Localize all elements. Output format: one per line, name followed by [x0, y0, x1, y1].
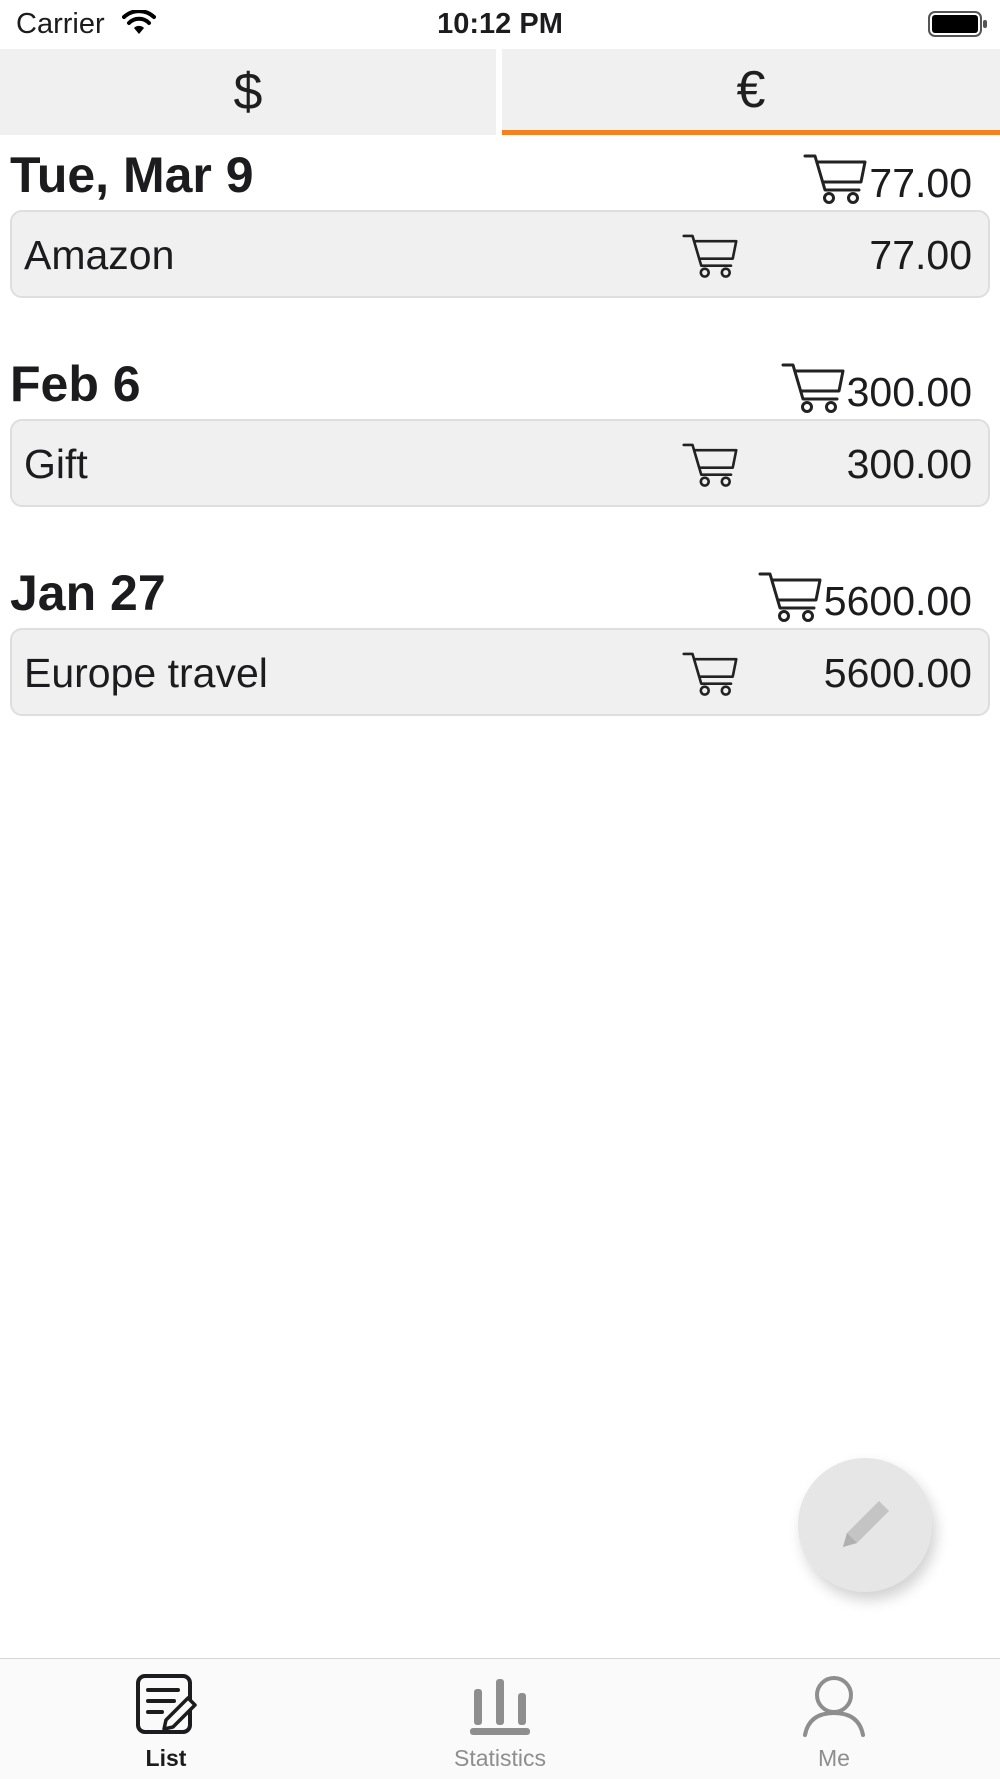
bar-chart-icon — [470, 1679, 530, 1735]
tab-dollar[interactable]: $ — [0, 49, 496, 135]
cart-icon — [682, 652, 738, 696]
group-total: 300.00 — [781, 361, 972, 415]
status-bar: Carrier 10:12 PM — [0, 0, 1000, 48]
expense-amount: 5600.00 — [823, 650, 972, 696]
expense-name: Europe travel — [24, 650, 268, 696]
expense-amount: 77.00 — [869, 232, 972, 278]
tab-dollar-label: $ — [233, 63, 263, 121]
group-total-amount: 77.00 — [869, 160, 972, 206]
tab-euro-label: € — [736, 60, 766, 119]
group-total: 77.00 — [803, 152, 972, 206]
status-time: 10:12 PM — [437, 8, 563, 40]
pencil-icon — [843, 1501, 889, 1547]
cart-icon — [781, 363, 845, 413]
currency-tabs: $ € — [0, 49, 1000, 135]
add-expense-button[interactable] — [798, 1458, 932, 1592]
group-date: Feb 6 — [10, 356, 141, 412]
tab-me[interactable]: Me — [734, 1673, 934, 1772]
expense-name: Gift — [24, 441, 88, 487]
battery-icon — [928, 11, 987, 37]
person-icon — [803, 1676, 865, 1737]
bottom-tab-bar: List Statistics Me — [0, 1658, 1000, 1779]
tab-euro[interactable]: € — [502, 49, 1000, 135]
group-total-amount: 300.00 — [846, 369, 972, 415]
group-date: Jan 27 — [10, 565, 166, 621]
cart-icon — [803, 154, 867, 204]
tab-list[interactable]: List — [66, 1673, 266, 1772]
expense-row[interactable]: Amazon 77.00 — [10, 210, 990, 298]
tab-me-label: Me — [818, 1745, 850, 1771]
expense-row[interactable]: Gift 300.00 — [10, 419, 990, 507]
tab-statistics-label: Statistics — [453, 1745, 547, 1771]
expense-name: Amazon — [24, 232, 175, 278]
group-date: Tue, Mar 9 — [10, 147, 254, 203]
cart-icon — [758, 572, 822, 622]
expense-amount: 300.00 — [846, 441, 972, 487]
expense-row[interactable]: Europe travel 5600.00 — [10, 628, 990, 716]
cart-icon — [682, 234, 738, 278]
group-total-amount: 5600.00 — [823, 578, 972, 624]
list-edit-icon — [136, 1674, 197, 1734]
group-total: 5600.00 — [758, 570, 972, 624]
tab-list-label: List — [145, 1745, 187, 1771]
tab-statistics[interactable]: Statistics — [400, 1673, 600, 1772]
cart-icon — [682, 443, 738, 487]
